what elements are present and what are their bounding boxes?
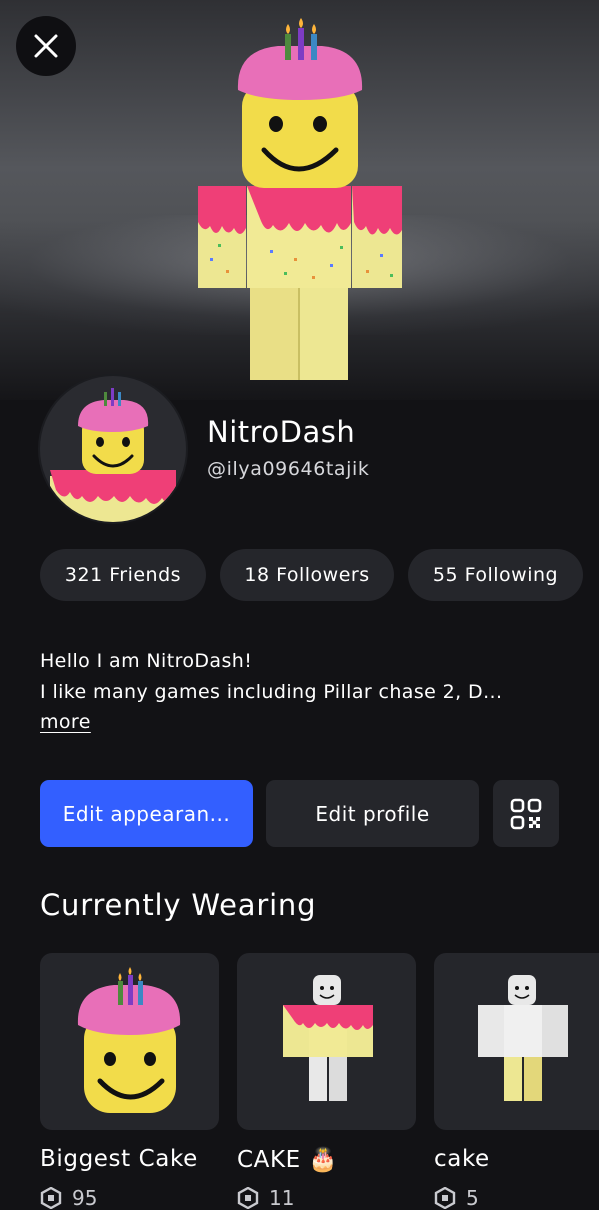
biggest-cake-thumbnail [77,967,181,1113]
avatar-hero [0,0,599,400]
avatar-3d-render [198,18,402,380]
qr-code-button[interactable] [493,780,559,847]
close-icon [34,34,58,58]
edit-appearance-button[interactable]: Edit appearan... [40,780,253,847]
price-value: 95 [72,1186,98,1210]
qr-code-icon [510,798,542,829]
edit-profile-label: Edit profile [315,801,430,826]
wearing-item-name[interactable]: CAKE 🎂 [237,1146,338,1173]
currently-wearing-title: Currently Wearing [40,888,317,922]
robux-icon [434,1187,456,1209]
username: @ilya09646tajik [207,458,370,480]
friends-count-button[interactable]: 321 Friends [40,549,206,601]
price-value: 5 [466,1186,479,1210]
robux-icon [237,1187,259,1209]
edit-profile-button[interactable]: Edit profile [266,780,479,847]
followers-count-button[interactable]: 18 Followers [220,549,394,601]
price-value: 11 [269,1186,295,1210]
bio-line-2: I like many games including Pillar chase… [40,681,503,703]
wearing-item-card[interactable] [434,953,599,1130]
avatar-headshot[interactable] [40,376,186,522]
bio-more-link[interactable]: more [40,711,91,733]
wearing-item-name[interactable]: cake [434,1146,490,1172]
avatar-headshot-image [50,388,176,522]
cake-shirt-thumbnail [283,975,373,1101]
wearing-item-name[interactable]: Biggest Cake [40,1146,198,1172]
bio: Hello I am NitroDash! I like many games … [40,646,502,708]
wearing-item-price: 5 [434,1186,479,1210]
edit-appearance-label: Edit appearan... [62,801,231,826]
wearing-item-card[interactable] [40,953,219,1130]
wearing-item-price: 95 [40,1186,97,1210]
close-button[interactable] [16,16,76,76]
display-name: NitroDash [207,415,356,449]
following-count-button[interactable]: 55 Following [408,549,583,601]
bio-line-1: Hello I am NitroDash! [40,650,253,672]
robux-icon [40,1187,62,1209]
wearing-item-card[interactable] [237,953,416,1130]
wearing-item-price: 11 [237,1186,294,1210]
cake-pants-thumbnail [478,975,568,1101]
